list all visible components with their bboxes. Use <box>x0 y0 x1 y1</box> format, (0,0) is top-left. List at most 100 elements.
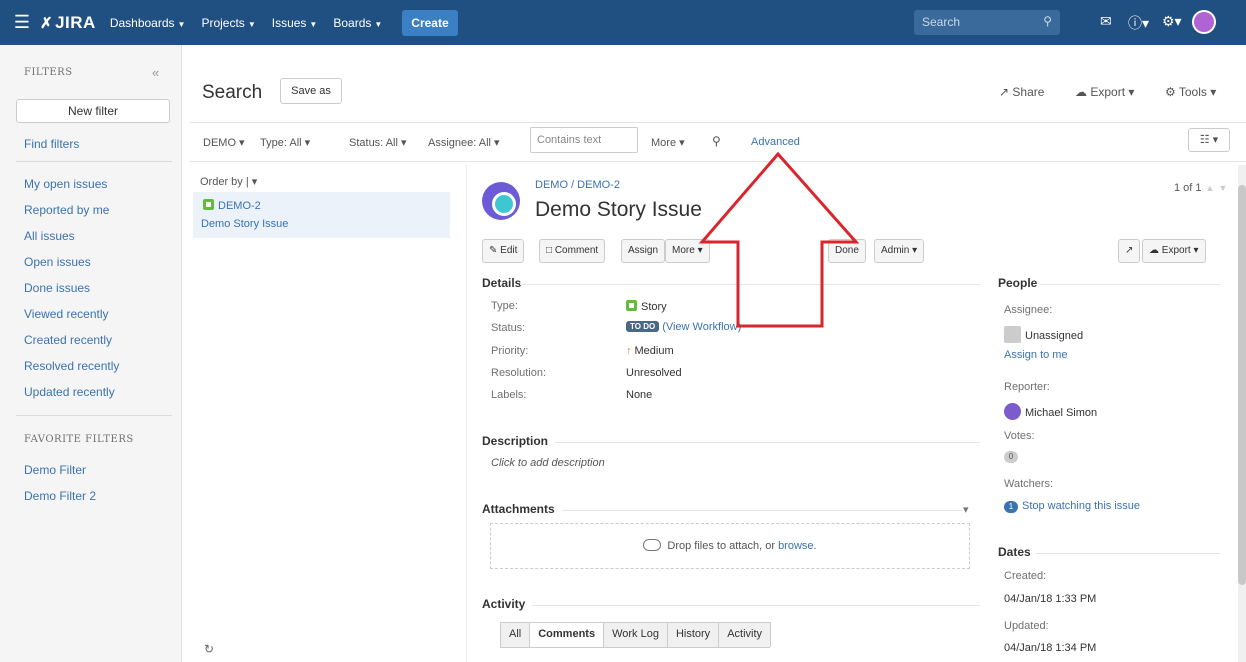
order-by-dropdown[interactable]: Order by | ▾ <box>200 175 257 188</box>
create-button[interactable]: Create <box>402 9 458 36</box>
filter-reported-by-me[interactable]: Reported by me <box>24 203 109 217</box>
tab-work-log[interactable]: Work Log <box>603 622 668 647</box>
priority-value: ↑ Medium <box>626 345 674 357</box>
divider <box>555 442 980 443</box>
more-filter-label: More <box>651 137 677 149</box>
tools-button[interactable]: ⚙ Tools ▾ <box>1165 85 1216 99</box>
issue-title[interactable]: Demo Story Issue <box>535 198 702 222</box>
issue-key[interactable]: DEMO-2 <box>203 199 261 212</box>
search-input[interactable]: Search ⚲ <box>914 10 1060 35</box>
attachment-dropzone[interactable]: Drop files to attach, or browse. <box>490 523 970 569</box>
list-item[interactable]: DEMO-2 Demo Story Issue <box>193 192 450 238</box>
filter-viewed-recently[interactable]: Viewed recently <box>24 307 109 321</box>
contains-text-input[interactable]: Contains text <box>530 127 638 153</box>
filter-resolved-recently[interactable]: Resolved recently <box>24 359 119 373</box>
chevron-down-icon: ▼ <box>177 19 186 29</box>
type-filter[interactable]: Type: All ▾ <box>260 136 310 149</box>
comment-label: Comment <box>554 245 599 256</box>
project-filter[interactable]: DEMO ▾ <box>203 136 245 149</box>
tab-history[interactable]: History <box>666 622 720 647</box>
jira-logo[interactable]: ✗ JIRA <box>40 13 96 33</box>
issue-key-text: DEMO-2 <box>218 200 261 212</box>
edit-label: Edit <box>500 245 518 256</box>
issue-export-button[interactable]: ☁ Export ▾ <box>1142 239 1206 263</box>
chevron-down-icon[interactable]: ▾ <box>963 503 969 516</box>
share-icon-button[interactable]: ↗ <box>1118 239 1141 263</box>
activity-tabs: All Comments Work Log History Activity <box>500 622 772 648</box>
comment-button[interactable]: □ Comment <box>539 239 606 263</box>
nav-label: Boards <box>333 15 372 30</box>
new-filter-button[interactable]: New filter <box>16 99 170 123</box>
reporter-value[interactable]: Michael Simon <box>1004 403 1097 420</box>
user-avatar[interactable] <box>1192 10 1216 34</box>
layout-switcher-button[interactable]: ☷ ▾ <box>1188 128 1230 152</box>
menu-icon[interactable]: ☰ <box>4 12 40 33</box>
story-icon <box>203 199 214 210</box>
assign-button[interactable]: Assign <box>621 239 666 263</box>
admin-button[interactable]: Admin ▾ <box>874 239 925 263</box>
status-filter[interactable]: Status: All ▾ <box>349 136 407 149</box>
scrollbar-thumb[interactable] <box>1238 185 1246 585</box>
filter-done-issues[interactable]: Done issues <box>24 281 90 295</box>
breadcrumb-issue-key[interactable]: DEMO-2 <box>577 179 620 191</box>
advanced-link[interactable]: Advanced <box>751 136 800 148</box>
labels-label: Labels: <box>491 389 527 401</box>
votes-value[interactable]: 0 <box>1004 450 1018 463</box>
filter-all-issues[interactable]: All issues <box>24 229 75 243</box>
share-button[interactable]: ↗ Share <box>999 85 1044 99</box>
assignee-label: Assignee: <box>1004 304 1053 316</box>
divider <box>1036 553 1220 554</box>
help-icon[interactable]: ⓘ▾ <box>1128 13 1149 33</box>
tab-activity[interactable]: Activity <box>718 622 772 647</box>
description-header: Description <box>482 434 549 448</box>
top-navigation: ☰ ✗ JIRA Dashboards ▼ Projects ▼ Issues ▼ Bo… <box>0 0 1246 45</box>
pager-text: 1 of 1 <box>1174 182 1202 194</box>
search-icon[interactable]: ⚲ <box>712 134 721 148</box>
issue-summary[interactable]: Demo Story Issue <box>201 218 288 230</box>
share-label: Share <box>1012 85 1045 99</box>
nav-projects[interactable]: Projects ▼ <box>201 16 255 30</box>
favorite-filter-demo-2[interactable]: Demo Filter 2 <box>24 489 96 503</box>
filter-created-recently[interactable]: Created recently <box>24 333 112 347</box>
nav-issues[interactable]: Issues ▼ <box>272 16 318 30</box>
annotation-arrow <box>698 151 860 328</box>
tab-comments[interactable]: Comments <box>529 622 605 647</box>
edit-button[interactable]: ✎ Edit <box>482 239 525 263</box>
divider <box>562 510 962 511</box>
export-label: Export <box>1090 85 1126 99</box>
chevron-down-icon[interactable]: ▼ <box>1218 183 1227 193</box>
assign-to-me-link[interactable]: Assign to me <box>1004 349 1068 361</box>
watch-toggle[interactable]: 1 Stop watching this issue <box>1004 500 1140 513</box>
nav-dashboards[interactable]: Dashboards ▼ <box>110 16 186 30</box>
watch-link-text: Stop watching this issue <box>1022 500 1141 512</box>
chevron-down-icon: ▼ <box>247 19 256 29</box>
filter-open-issues[interactable]: Open issues <box>24 255 91 269</box>
resolution-label: Resolution: <box>491 367 547 379</box>
chevron-up-icon[interactable]: ▲ <box>1206 183 1215 193</box>
breadcrumb-project[interactable]: DEMO <box>535 179 568 191</box>
description-field[interactable]: Click to add description <box>491 457 605 469</box>
filter-my-open-issues[interactable]: My open issues <box>24 177 107 191</box>
export-button[interactable]: ☁ Export ▾ <box>1075 85 1134 99</box>
filter-updated-recently[interactable]: Updated recently <box>24 385 115 399</box>
megaphone-icon[interactable]: ✉ <box>1100 13 1112 30</box>
watchers-label: Watchers: <box>1004 478 1054 490</box>
more-filter[interactable]: More ▾ <box>651 136 685 149</box>
find-filters-link[interactable]: Find filters <box>24 137 79 151</box>
nav-boards[interactable]: Boards ▼ <box>333 16 382 30</box>
gear-icon: ⚙ <box>1165 85 1179 99</box>
chevron-down-icon: ▼ <box>309 19 318 29</box>
favorite-filters-header: FAVORITE FILTERS <box>24 434 134 445</box>
save-as-button[interactable]: Save as <box>280 78 342 104</box>
drop-text: Drop files to attach, or <box>667 540 775 552</box>
status-label: Status: <box>491 322 526 334</box>
tab-all[interactable]: All <box>500 622 531 647</box>
export-icon: ☁ <box>1075 85 1091 99</box>
resolution-value: Unresolved <box>626 367 682 379</box>
browse-link[interactable]: browse. <box>778 540 817 552</box>
refresh-icon[interactable]: ↻ <box>204 642 214 656</box>
assignee-filter[interactable]: Assignee: All ▾ <box>428 136 500 149</box>
favorite-filter-demo[interactable]: Demo Filter <box>24 463 86 477</box>
gear-icon[interactable]: ⚙▾ <box>1162 13 1182 30</box>
collapse-sidebar-icon[interactable]: « <box>152 65 159 80</box>
